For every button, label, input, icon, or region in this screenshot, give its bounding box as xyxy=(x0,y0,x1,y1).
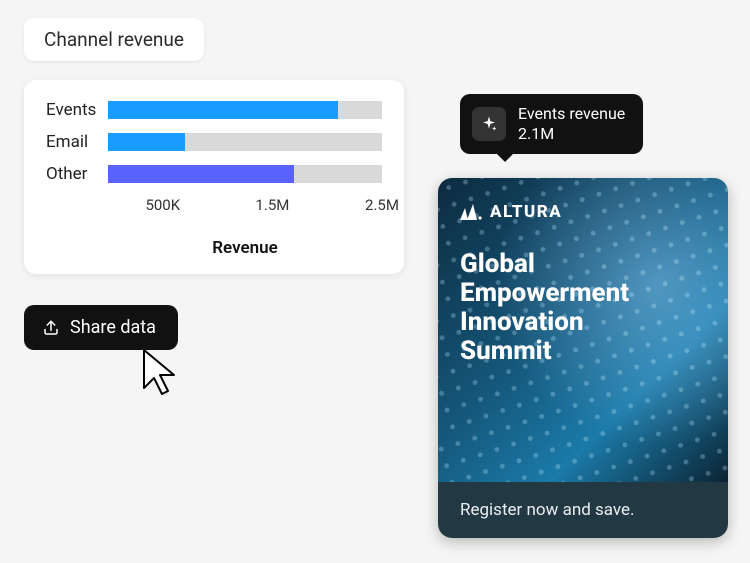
bar-track xyxy=(108,101,382,119)
bar-rows: Events Email Other xyxy=(46,100,382,184)
bar-track xyxy=(108,165,382,183)
x-axis-ticks: 500K1.5M2.5M xyxy=(108,196,382,216)
promo-hero: ALTURA Global Empowerment Innovation Sum… xyxy=(438,178,728,482)
channel-revenue-chart: Events Email Other 500K 1.5M 2.5M Revenue xyxy=(24,80,404,274)
brand-mark-icon xyxy=(460,204,482,220)
promo-cta[interactable]: Register now and save. xyxy=(438,482,728,538)
bar-label: Email xyxy=(46,132,108,152)
page-title: Channel revenue xyxy=(24,18,204,61)
bar-fill xyxy=(108,165,294,183)
bar-fill xyxy=(108,101,338,119)
bar-row: Other xyxy=(46,164,382,184)
share-icon xyxy=(42,319,60,337)
sparkle-icon xyxy=(472,107,506,141)
axis-tick: 2.5M xyxy=(365,196,399,214)
axis-tick: 500K xyxy=(145,196,180,214)
events-revenue-tooltip: Events revenue 2.1M xyxy=(460,94,643,154)
tooltip-text: Events revenue 2.1M xyxy=(518,104,625,144)
promo-title: Global Empowerment Innovation Summit xyxy=(460,250,706,366)
tooltip-line1: Events revenue xyxy=(518,104,625,124)
promo-card[interactable]: ALTURA Global Empowerment Innovation Sum… xyxy=(438,178,728,538)
promo-title-l1: Global xyxy=(460,250,706,279)
share-data-button[interactable]: Share data xyxy=(24,305,178,350)
promo-brand: ALTURA xyxy=(460,202,706,222)
share-button-label: Share data xyxy=(70,317,156,338)
bar-track xyxy=(108,133,382,151)
bar-label: Events xyxy=(46,100,108,120)
promo-title-l4: Summit xyxy=(460,337,706,366)
bar-fill xyxy=(108,133,185,151)
page-title-text: Channel revenue xyxy=(44,28,184,51)
bar-label: Other xyxy=(46,164,108,184)
brand-name: ALTURA xyxy=(490,202,562,222)
promo-cta-text: Register now and save. xyxy=(460,500,635,520)
cursor-icon xyxy=(140,348,182,404)
bar-row: Email xyxy=(46,132,382,152)
axis-tick: 1.5M xyxy=(255,196,289,214)
tooltip-line2: 2.1M xyxy=(518,124,625,144)
x-axis-label: Revenue xyxy=(108,238,382,258)
promo-title-l3: Innovation xyxy=(460,308,706,337)
bar-row: Events xyxy=(46,100,382,120)
promo-title-l2: Empowerment xyxy=(460,279,706,308)
